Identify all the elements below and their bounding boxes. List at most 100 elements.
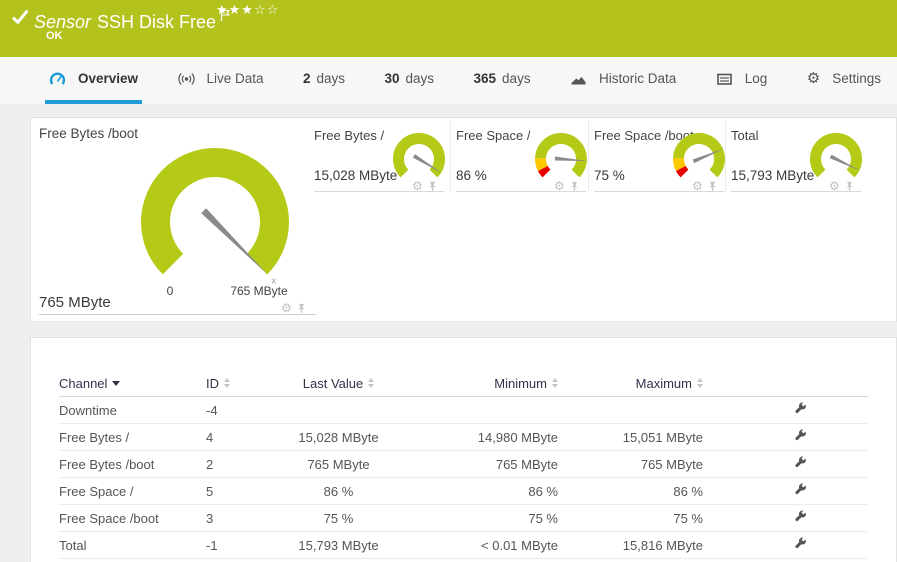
last-value: 15,793 MByte xyxy=(298,537,379,553)
edit-channel-icon[interactable] xyxy=(793,401,807,419)
tile-pin-icon[interactable] xyxy=(569,180,580,192)
gauge-tile-free-space-root: Free Space / 86 % ⚙ xyxy=(456,118,588,192)
tab-label: Log xyxy=(744,71,768,86)
gauge-value: 15,028 MByte xyxy=(314,168,398,183)
primary-gauge: x xyxy=(141,148,289,286)
tile-actions: ⚙ xyxy=(829,180,855,192)
live-data-icon xyxy=(177,72,195,85)
area-chart-icon xyxy=(571,76,586,84)
minimum: 86 % xyxy=(528,483,558,499)
column-header-minimum[interactable]: Minimum xyxy=(494,376,558,391)
tab-30-days[interactable]: 30 days xyxy=(381,57,439,104)
tile-pin-icon[interactable] xyxy=(707,180,718,192)
table-row-free-bytes-root: Free Bytes / 4 15,028 MByte 14,980 MByte… xyxy=(59,424,868,451)
gauge-tile-total: Total 15,793 MByte ⚙ xyxy=(731,118,862,192)
tile-pin-icon[interactable] xyxy=(844,180,855,192)
tab-365-days[interactable]: 365 days xyxy=(470,57,535,104)
channel-name: Free Bytes / xyxy=(59,429,130,445)
minimum: 14,980 MByte xyxy=(477,429,558,445)
gauge-title: Free Bytes / xyxy=(314,128,385,143)
gauge-tile-free-space-boot: Free Space /boot 75 % ⚙ xyxy=(594,118,725,192)
gauge-value: 15,793 MByte xyxy=(731,168,815,183)
edit-channel-icon[interactable] xyxy=(793,509,807,527)
tile-actions: ⚙ xyxy=(412,180,438,192)
sensor-header: Sensor SSH Disk Free ★★★☆☆ OK xyxy=(0,0,897,57)
gauge-title: Free Space / xyxy=(456,128,531,143)
gauge-tile-free-bytes-root: Free Bytes / 15,028 MByte ⚙ xyxy=(314,118,445,192)
edit-channel-icon[interactable] xyxy=(793,536,807,554)
channel-name: Free Bytes /boot xyxy=(59,456,155,472)
table-row-free-bytes-boot: Free Bytes /boot 2 765 MByte 765 MByte 7… xyxy=(59,451,868,478)
sensor-title: Sensor SSH Disk Free xyxy=(34,6,231,33)
channel-name: Total xyxy=(59,537,87,553)
primary-tile-divider xyxy=(39,314,316,315)
primary-gauge-max-label: 765 MByte xyxy=(230,284,288,298)
maximum: 765 MByte xyxy=(640,456,703,472)
status-ok-check-icon xyxy=(12,9,29,30)
tile-gear-icon[interactable]: ⚙ xyxy=(829,180,840,192)
table-row-downtime: Downtime -4 xyxy=(59,397,868,424)
channel-table-panel: Channel ID Last Value Minimum Maximum Do… xyxy=(30,337,897,562)
tile-gear-icon[interactable]: ⚙ xyxy=(281,302,292,314)
column-header-last-value[interactable]: Last Value xyxy=(303,376,375,391)
tab-log[interactable]: Log xyxy=(712,57,772,104)
channel-id: 4 xyxy=(206,429,214,445)
sort-icon xyxy=(368,378,375,388)
table-header-row: Channel ID Last Value Minimum Maximum xyxy=(59,370,868,397)
tile-pin-icon[interactable] xyxy=(427,180,438,192)
primary-tile-actions: ⚙ xyxy=(281,302,307,314)
tile-divider xyxy=(450,120,451,192)
column-header-maximum[interactable]: Maximum xyxy=(636,376,703,391)
tab-historic-data[interactable]: Historic Data xyxy=(566,57,680,104)
tab-2-days[interactable]: 2 days xyxy=(299,57,349,104)
tile-actions: ⚙ xyxy=(554,180,580,192)
edit-channel-icon[interactable] xyxy=(793,482,807,500)
log-icon xyxy=(716,73,732,85)
prtg-sensor-page: Sensor SSH Disk Free ★★★☆☆ OK Overview Li… xyxy=(0,0,897,562)
gauge-icon xyxy=(49,72,66,85)
channel-id: 2 xyxy=(206,456,214,472)
gauge-title: Total xyxy=(731,128,759,143)
channel-table: Channel ID Last Value Minimum Maximum Do… xyxy=(59,370,868,559)
minimum: 765 MByte xyxy=(495,456,558,472)
primary-gauge-title: Free Bytes /boot xyxy=(39,126,139,141)
sort-desc-icon xyxy=(112,380,121,386)
sensor-title-name: SSH Disk Free xyxy=(97,12,217,32)
column-header-channel[interactable]: Channel xyxy=(59,376,121,391)
primary-gauge-value: 765 MByte xyxy=(39,294,111,311)
tab-live-data[interactable]: Live Data xyxy=(174,57,268,104)
last-value: 15,028 MByte xyxy=(298,429,379,445)
maximum: 75 % xyxy=(673,510,703,526)
last-value: 86 % xyxy=(323,483,354,499)
tab-bar: Overview Live Data 2 days 30 days 365 days … xyxy=(0,57,897,104)
tab-label: Overview xyxy=(78,71,139,86)
tile-pin-icon[interactable] xyxy=(296,302,307,314)
gear-icon: ⚙ xyxy=(806,69,821,87)
tab-label: days xyxy=(405,71,435,86)
gauge-value: 75 % xyxy=(594,168,625,183)
tab-settings[interactable]: ⚙ Settings xyxy=(803,57,885,104)
tile-gear-icon[interactable]: ⚙ xyxy=(692,180,703,192)
table-row-free-space-boot: Free Space /boot 3 75 % 75 % 75 % xyxy=(59,505,868,532)
tab-label: Settings xyxy=(832,71,881,86)
tab-overview[interactable]: Overview xyxy=(45,57,143,104)
tab-label: days xyxy=(502,71,531,86)
sensor-title-prefix: Sensor xyxy=(34,12,92,32)
tile-divider xyxy=(588,120,589,192)
channel-id: 3 xyxy=(206,510,214,526)
tab-label: Live Data xyxy=(206,71,264,86)
last-value: 75 % xyxy=(323,510,354,526)
minimum: < 0.01 MByte xyxy=(481,537,558,553)
maximum: 86 % xyxy=(673,483,703,499)
edit-channel-icon[interactable] xyxy=(793,455,807,473)
column-header-id[interactable]: ID xyxy=(206,376,230,391)
channel-name: Free Space /boot xyxy=(59,510,159,526)
minimum: 75 % xyxy=(528,510,558,526)
gauges-panel: Free Bytes /boot x 0 765 MByte 765 MByte… xyxy=(30,117,897,322)
priority-stars[interactable]: ★★★☆☆ xyxy=(216,3,279,18)
edit-channel-icon[interactable] xyxy=(793,428,807,446)
tile-gear-icon[interactable]: ⚙ xyxy=(554,180,565,192)
tile-actions: ⚙ xyxy=(692,180,718,192)
tile-gear-icon[interactable]: ⚙ xyxy=(412,180,423,192)
channel-id: -1 xyxy=(206,537,218,553)
